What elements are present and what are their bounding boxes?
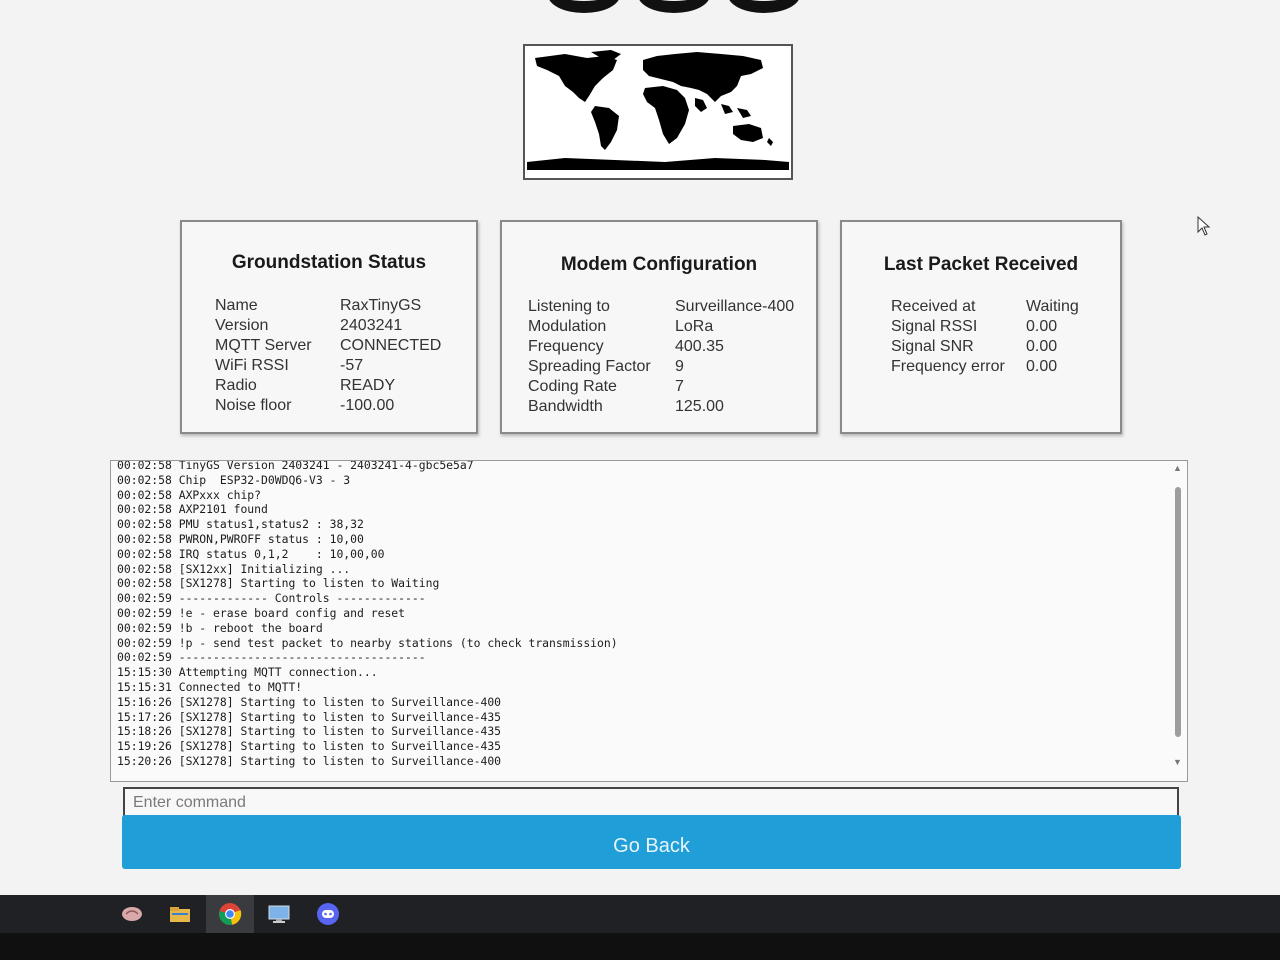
- console-line: 00:02:59 ------------- Controls --------…: [117, 591, 426, 606]
- status-value: -57: [340, 357, 364, 374]
- console-line: 15:16:26 [SX1278] Starting to listen to …: [117, 694, 502, 709]
- go-back-button[interactable]: Go Back: [122, 815, 1181, 869]
- modem-row-modulation: Modulation LoRa: [528, 317, 794, 337]
- console-line: 00:02:59 -------------------------------…: [117, 650, 426, 665]
- packet-row-received-at: Received at Waiting: [891, 297, 1079, 317]
- tinygs-logo-partial: [548, 0, 818, 14]
- console-line: 15:20:26 [SX1278] Starting to listen to …: [117, 753, 502, 768]
- console-line: 00:02:59 !b - reboot the board: [117, 620, 323, 635]
- console-line: 15:19:26 [SX1278] Starting to listen to …: [117, 739, 502, 754]
- modem-row-bandwidth: Bandwidth 125.00: [528, 397, 794, 417]
- modem-value: 400.35: [675, 338, 724, 355]
- console-line: 15:17:26 [SX1278] Starting to listen to …: [117, 709, 502, 724]
- modem-value: 7: [675, 378, 684, 395]
- status-value: 2403241: [340, 317, 403, 334]
- packet-value: 0.00: [1026, 318, 1058, 335]
- browser-viewport: Groundstation Status Name RaxTinyGS Vers…: [0, 0, 1280, 895]
- status-label: MQTT Server: [215, 337, 312, 354]
- mouse-cursor-icon: [1197, 216, 1211, 236]
- console-line: 00:02:59 !e - erase board config and res…: [117, 605, 406, 620]
- modem-label: Bandwidth: [528, 398, 603, 415]
- packet-row-signal-snr: Signal SNR 0.00: [891, 337, 1079, 357]
- status-label: Radio: [215, 377, 257, 394]
- console-line: 00:02:58 PWRON,PWROFF status : 10,00: [117, 531, 364, 546]
- status-row-wifi-rssi: WiFi RSSI -57: [215, 356, 441, 376]
- status-row-noise-floor: Noise floor -100.00: [215, 396, 441, 416]
- packet-value: Waiting: [1026, 298, 1079, 315]
- status-value: -100.00: [340, 397, 395, 414]
- status-row-radio: Radio READY: [215, 376, 441, 396]
- scrollbar-thumb[interactable]: [1175, 487, 1181, 737]
- status-value: READY: [340, 377, 396, 394]
- modem-row-coding-rate: Coding Rate 7: [528, 377, 794, 397]
- taskbar: [0, 895, 1280, 933]
- console-log[interactable]: 00:02:58 TinyGS Version 2403241 - 240324…: [110, 460, 1188, 782]
- remote-desktop-icon[interactable]: [265, 901, 293, 927]
- discord-icon[interactable]: [314, 901, 342, 927]
- modem-label: Spreading Factor: [528, 358, 651, 375]
- modem-label: Listening to: [528, 298, 610, 315]
- console-line: 15:15:31 Connected to MQTT!: [117, 679, 303, 694]
- modem-row-frequency: Frequency 400.35: [528, 337, 794, 357]
- monitor-bezel: [0, 933, 1280, 960]
- packet-row-signal-rssi: Signal RSSI 0.00: [891, 317, 1079, 337]
- console-line: 00:02:58 IRQ status 0,1,2 : 10,00,00: [117, 546, 385, 561]
- modem-value: Surveillance-400: [675, 298, 795, 315]
- modem-configuration-table: Listening to Surveillance-400 Modulation…: [528, 297, 794, 417]
- modem-row-spreading-factor: Spreading Factor 9: [528, 357, 794, 377]
- command-input[interactable]: [123, 787, 1179, 818]
- packet-label: Signal RSSI: [891, 318, 978, 335]
- modem-value: 9: [675, 358, 684, 375]
- folder-icon[interactable]: [166, 901, 194, 927]
- console-line: 00:02:58 [SX1278] Starting to listen to …: [117, 576, 440, 591]
- packet-label: Signal SNR: [891, 338, 974, 355]
- console-log-text: 00:02:58 TinyGS Version 2403241 - 240324…: [117, 460, 618, 769]
- groundstation-status-table: Name RaxTinyGS Version 2403241 MQTT Serv…: [215, 296, 441, 416]
- last-packet-table: Received at Waiting Signal RSSI 0.00 Sig…: [891, 297, 1079, 377]
- packet-value: 0.00: [1026, 338, 1058, 355]
- brain-app-icon[interactable]: [118, 901, 146, 927]
- packet-label: Frequency error: [891, 358, 1005, 375]
- status-value: RaxTinyGS: [340, 297, 422, 314]
- console-scrollbar[interactable]: ▲ ▼: [1171, 463, 1185, 767]
- last-packet-card: Last Packet Received Received at Waiting…: [840, 220, 1122, 434]
- status-label: Version: [215, 317, 269, 334]
- groundstation-status-title: Groundstation Status: [231, 252, 427, 273]
- world-map: [523, 44, 793, 180]
- modem-configuration-title: Modem Configuration: [560, 254, 758, 275]
- console-line: 00:02:58 AXP2101 found: [117, 502, 268, 517]
- modem-label: Frequency: [528, 338, 604, 355]
- last-packet-title: Last Packet Received: [883, 254, 1079, 275]
- console-line: 15:18:26 [SX1278] Starting to listen to …: [117, 724, 502, 739]
- packet-label: Received at: [891, 298, 976, 315]
- status-value: CONNECTED: [340, 337, 442, 354]
- status-label: WiFi RSSI: [215, 357, 289, 374]
- console-line: 00:02:59 !p - send test packet to nearby…: [117, 635, 618, 650]
- modem-value: LoRa: [675, 318, 714, 335]
- status-row-mqtt: MQTT Server CONNECTED: [215, 336, 441, 356]
- packet-row-frequency-error: Frequency error 0.00: [891, 357, 1079, 377]
- modem-row-listening: Listening to Surveillance-400: [528, 297, 794, 317]
- modem-configuration-card: Modem Configuration Listening to Surveil…: [500, 220, 818, 434]
- status-row-name: Name RaxTinyGS: [215, 296, 441, 316]
- chrome-icon[interactable]: [216, 901, 244, 927]
- scroll-down-arrow-icon[interactable]: ▼: [1173, 757, 1182, 767]
- console-line: 00:02:58 TinyGS Version 2403241 - 240324…: [117, 460, 474, 472]
- console-line: 00:02:58 [SX12xx] Initializing ...: [117, 561, 351, 576]
- console-line: 00:02:58 Chip ESP32-D0WDQ6-V3 - 3: [117, 472, 351, 487]
- status-label: Noise floor: [215, 397, 292, 414]
- groundstation-status-card: Groundstation Status Name RaxTinyGS Vers…: [180, 220, 478, 434]
- packet-value: 0.00: [1026, 358, 1058, 375]
- console-line: 00:02:58 AXPxxx chip?: [117, 487, 262, 502]
- status-row-version: Version 2403241: [215, 316, 441, 336]
- console-line: 15:15:30 Attempting MQTT connection...: [117, 665, 378, 680]
- scroll-up-arrow-icon[interactable]: ▲: [1173, 463, 1182, 473]
- modem-label: Coding Rate: [528, 378, 617, 395]
- modem-value: 125.00: [675, 398, 724, 415]
- modem-label: Modulation: [528, 318, 607, 335]
- status-label: Name: [215, 297, 258, 314]
- console-line: 00:02:58 PMU status1,status2 : 38,32: [117, 517, 364, 532]
